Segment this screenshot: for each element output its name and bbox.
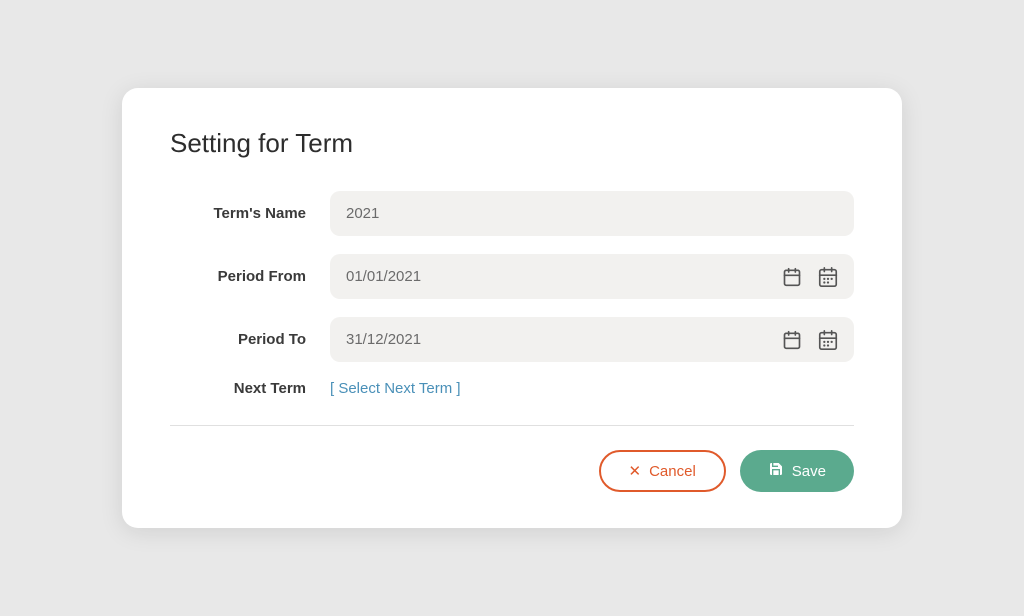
save-label: Save xyxy=(792,463,826,480)
calendar-grid-icon-from[interactable] xyxy=(814,263,842,291)
period-to-field: 31/12/2021 xyxy=(330,317,854,362)
save-disk-icon xyxy=(768,461,784,481)
period-from-label: Period From xyxy=(170,268,330,285)
modal-title: Setting for Term xyxy=(170,128,854,159)
cancel-label: Cancel xyxy=(649,463,696,480)
button-row: ✕ Cancel Save xyxy=(170,450,854,492)
next-term-label: Next Term xyxy=(170,380,330,397)
term-name-input[interactable] xyxy=(330,191,854,236)
period-to-label: Period To xyxy=(170,331,330,348)
period-to-icons xyxy=(778,326,842,354)
term-name-row: Term's Name xyxy=(170,191,854,236)
period-from-row: Period From 01/01/2021 xyxy=(170,254,854,299)
setting-for-term-modal: Setting for Term Term's Name Period From… xyxy=(122,88,902,528)
calendar-day-icon-from[interactable] xyxy=(778,263,806,291)
term-name-label: Term's Name xyxy=(170,205,330,222)
period-to-row: Period To 31/12/2021 xyxy=(170,317,854,362)
cancel-button[interactable]: ✕ Cancel xyxy=(599,450,726,492)
next-term-row: Next Term [ Select Next Term ] xyxy=(170,380,854,397)
save-button[interactable]: Save xyxy=(740,450,854,492)
calendar-grid-icon-to[interactable] xyxy=(814,326,842,354)
divider xyxy=(170,425,854,426)
calendar-day-icon-to[interactable] xyxy=(778,326,806,354)
select-next-term-link[interactable]: [ Select Next Term ] xyxy=(330,380,461,397)
period-from-icons xyxy=(778,263,842,291)
period-from-field: 01/01/2021 xyxy=(330,254,854,299)
period-from-value: 01/01/2021 xyxy=(346,254,778,299)
cancel-x-icon: ✕ xyxy=(629,462,642,480)
period-to-value: 31/12/2021 xyxy=(346,317,778,362)
